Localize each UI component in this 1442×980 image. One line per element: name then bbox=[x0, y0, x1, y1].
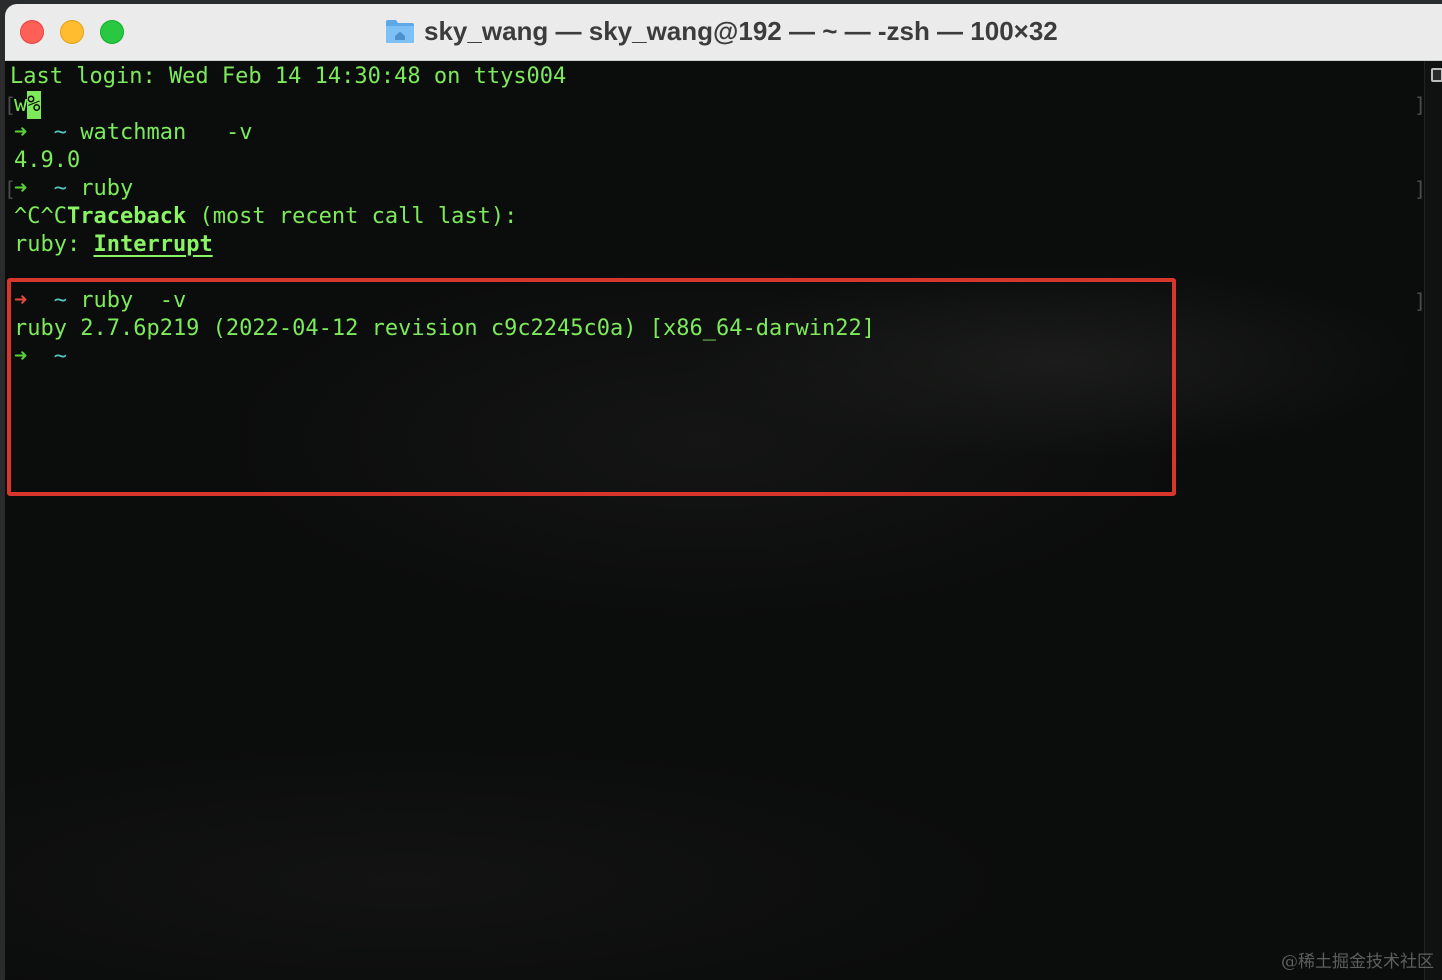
zoom-button[interactable] bbox=[100, 20, 124, 44]
interrupt-line: ruby: Interrupt bbox=[14, 231, 213, 259]
line-2: w% bbox=[14, 91, 41, 119]
prompt-line-2: ➜ ~ ruby bbox=[14, 175, 133, 203]
interrupt-label: Interrupt bbox=[93, 232, 213, 257]
minimize-button[interactable] bbox=[60, 20, 84, 44]
close-button[interactable] bbox=[20, 20, 44, 44]
line-2-text: w bbox=[14, 92, 28, 117]
right-bracket: ] bbox=[1414, 93, 1427, 117]
prompt-arrow-icon: ➜ bbox=[14, 120, 28, 145]
prompt-cwd: ~ bbox=[53, 120, 67, 145]
traceback-label: Traceback bbox=[66, 204, 187, 229]
prompt-cwd: ~ bbox=[53, 176, 67, 201]
right-bracket: ] bbox=[1414, 177, 1427, 201]
title-bar[interactable]: sky_wang — sky_wang@192 — ~ — -zsh — 100… bbox=[5, 4, 1442, 61]
last-login-line: Last login: Wed Feb 14 14:30:48 on ttys0… bbox=[10, 64, 567, 89]
watermark: @稀土掘金技术社区 bbox=[1281, 952, 1434, 972]
text-cursor: % bbox=[27, 91, 41, 119]
command-text: ruby bbox=[80, 176, 134, 201]
annotation-highlight-box bbox=[7, 278, 1176, 496]
scrollbar-thumb[interactable] bbox=[1431, 68, 1442, 82]
command-text: watchman -v bbox=[80, 120, 253, 145]
ctrl-c-text: ^C^C bbox=[14, 204, 67, 229]
prompt-arrow-icon: ➜ bbox=[14, 176, 28, 201]
terminal-content[interactable] bbox=[5, 61, 1423, 980]
output-line: 4.9.0 bbox=[14, 148, 81, 173]
interrupt-prefix: ruby: bbox=[14, 232, 94, 257]
window-title-group: sky_wang — sky_wang@192 — ~ — -zsh — 100… bbox=[385, 15, 1058, 47]
prompt-line-1: ➜ ~ watchman -v bbox=[14, 119, 252, 147]
traceback-rest: (most recent call last): bbox=[186, 204, 518, 229]
right-bracket: ] bbox=[1414, 289, 1427, 313]
scroll-rail[interactable] bbox=[1424, 61, 1442, 980]
traceback-line: ^C^CTraceback (most recent call last): bbox=[14, 203, 517, 231]
window-title: sky_wang — sky_wang@192 — ~ — -zsh — 100… bbox=[424, 15, 1058, 46]
folder-home-icon bbox=[386, 20, 414, 43]
